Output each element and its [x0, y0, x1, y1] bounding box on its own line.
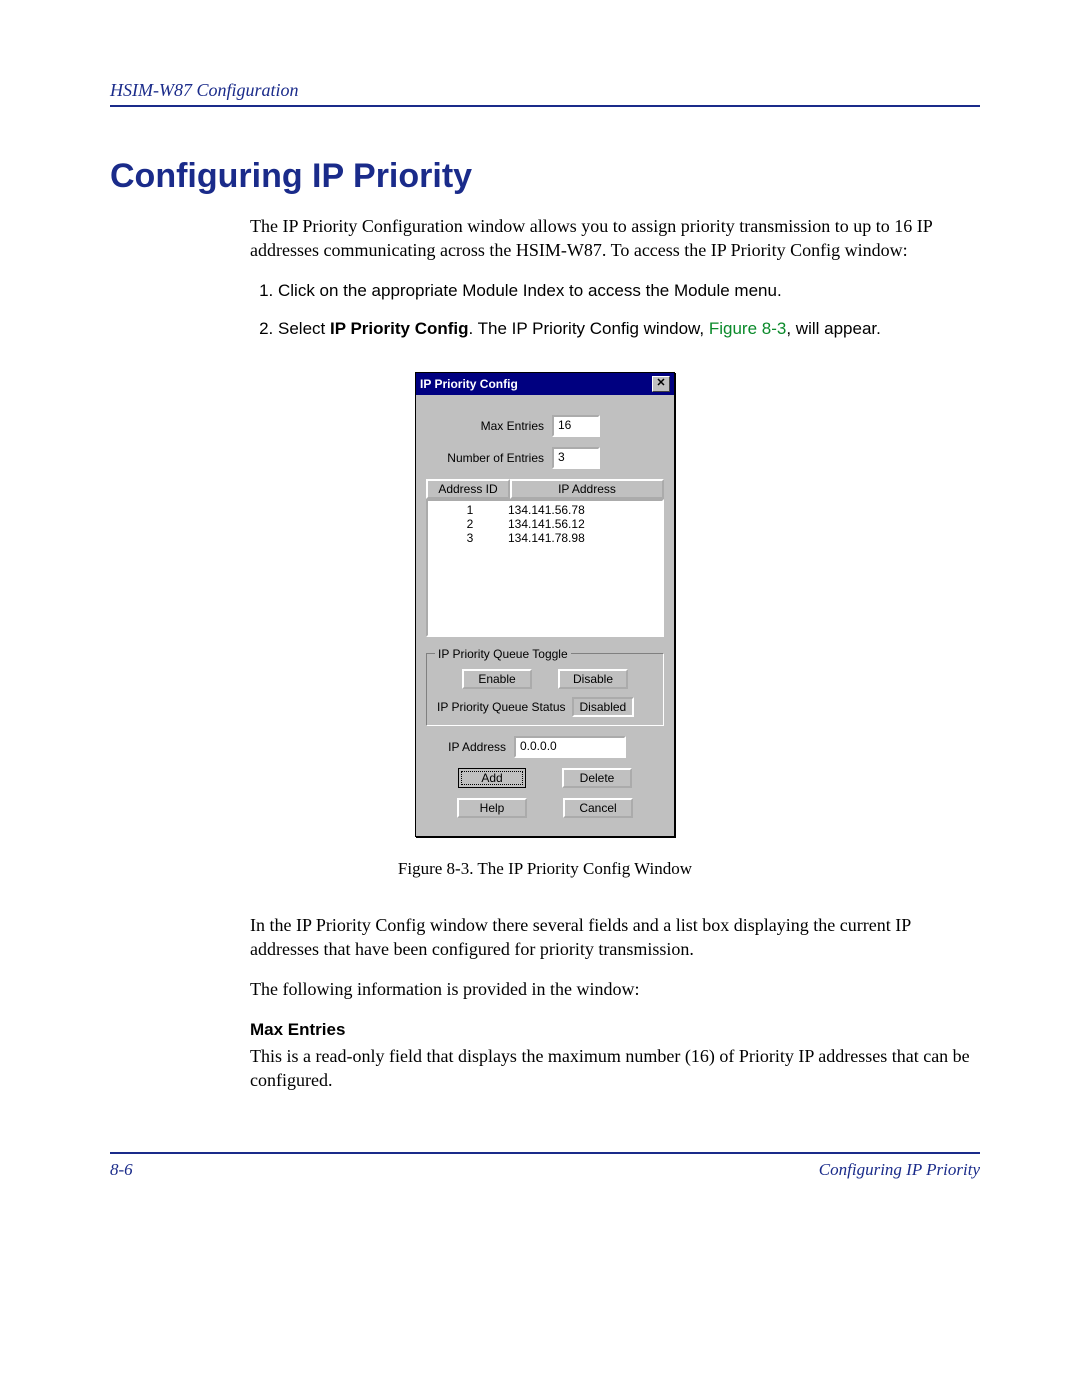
cancel-button[interactable]: Cancel: [563, 798, 633, 818]
step-2-post: , will appear.: [786, 319, 881, 338]
row-id: 1: [432, 503, 508, 517]
intro-paragraph: The IP Priority Configuration window all…: [250, 214, 980, 263]
ip-priority-config-dialog: IP Priority Config ✕ Max Entries 16 Numb…: [415, 372, 675, 837]
ip-address-label: IP Address: [426, 740, 514, 754]
queue-status-label: IP Priority Queue Status: [437, 700, 566, 714]
close-icon[interactable]: ✕: [652, 376, 670, 392]
figure-caption: Figure 8-3. The IP Priority Config Windo…: [110, 859, 980, 879]
list-item[interactable]: 3 134.141.78.98: [432, 531, 658, 545]
dialog-titlebar[interactable]: IP Priority Config ✕: [416, 373, 674, 395]
max-entries-paragraph: This is a read-only field that displays …: [250, 1044, 980, 1093]
step-list: Click on the appropriate Module Index to…: [250, 279, 980, 342]
footer-section: Configuring IP Priority: [819, 1160, 980, 1180]
after-paragraph-2: The following information is provided in…: [250, 977, 980, 1001]
step-2-pre: Select: [278, 319, 330, 338]
help-button[interactable]: Help: [457, 798, 527, 818]
after-paragraph-1: In the IP Priority Config window there s…: [250, 913, 980, 962]
section-title: Configuring IP Priority: [110, 157, 980, 196]
row-id: 2: [432, 517, 508, 531]
max-entries-heading: Max Entries: [250, 1020, 980, 1040]
row-ip: 134.141.78.98: [508, 531, 658, 545]
queue-toggle-group: IP Priority Queue Toggle Enable Disable …: [426, 647, 664, 726]
number-of-entries-field: 3: [552, 447, 600, 469]
list-item[interactable]: 1 134.141.56.78: [432, 503, 658, 517]
row-ip: 134.141.56.78: [508, 503, 658, 517]
max-entries-label: Max Entries: [426, 419, 552, 433]
running-header: HSIM-W87 Configuration: [110, 80, 980, 107]
step-2: Select IP Priority Config. The IP Priori…: [278, 317, 980, 342]
ip-address-input[interactable]: 0.0.0.0: [514, 736, 626, 758]
figure-reference: Figure 8-3: [709, 319, 786, 338]
row-ip: 134.141.56.12: [508, 517, 658, 531]
list-header: Address ID IP Address: [426, 479, 664, 499]
ip-listbox[interactable]: 1 134.141.56.78 2 134.141.56.12 3 134.14…: [426, 499, 664, 637]
enable-button[interactable]: Enable: [462, 669, 532, 689]
col-address-id[interactable]: Address ID: [426, 479, 510, 499]
col-ip-address[interactable]: IP Address: [510, 479, 664, 499]
page-footer: 8-6 Configuring IP Priority: [110, 1152, 980, 1180]
dialog-title: IP Priority Config: [420, 377, 518, 391]
step-2-bold: IP Priority Config: [330, 319, 469, 338]
max-entries-field: 16: [552, 415, 600, 437]
row-id: 3: [432, 531, 508, 545]
queue-status-value: Disabled: [572, 697, 635, 717]
add-button[interactable]: Add: [458, 768, 526, 788]
step-1: Click on the appropriate Module Index to…: [278, 279, 980, 304]
queue-toggle-legend: IP Priority Queue Toggle: [435, 647, 571, 661]
page-number: 8-6: [110, 1160, 133, 1180]
step-2-mid: . The IP Priority Config window,: [469, 319, 709, 338]
list-item[interactable]: 2 134.141.56.12: [432, 517, 658, 531]
disable-button[interactable]: Disable: [558, 669, 628, 689]
delete-button[interactable]: Delete: [562, 768, 632, 788]
number-of-entries-label: Number of Entries: [426, 451, 552, 465]
